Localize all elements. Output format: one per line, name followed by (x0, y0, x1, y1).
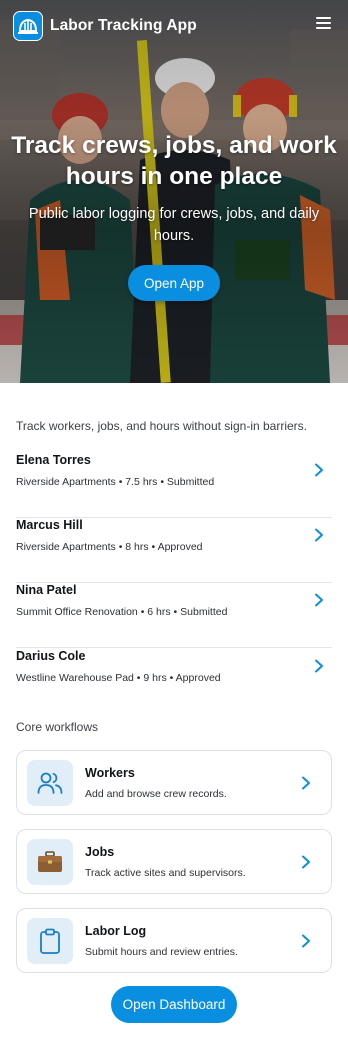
entry-meta: Riverside Apartments • 7.5 hrs • Submitt… (16, 476, 215, 488)
entry-meta: Westline Warehouse Pad • 9 hrs • Approve… (16, 672, 221, 684)
people-icon (27, 760, 73, 806)
section-title: Core workflows (16, 720, 99, 734)
entry-name: Nina Patel (16, 583, 77, 597)
list-item[interactable]: Darius Cole Westline Warehouse Pad • 9 h… (16, 649, 332, 714)
card-title: Workers (85, 766, 135, 780)
intro-text: Track workers, jobs, and hours without s… (16, 419, 307, 433)
chevron-right-icon (315, 528, 323, 542)
clipboard-icon (27, 918, 73, 964)
entry-meta: Summit Office Renovation • 6 hrs • Submi… (16, 606, 228, 618)
list-item[interactable]: Elena Torres Riverside Apartments • 7.5 … (16, 453, 332, 518)
hamburger-menu-icon[interactable] (316, 16, 334, 32)
chevron-right-icon (302, 855, 310, 869)
hardhat-logo-icon[interactable] (13, 11, 43, 41)
card-description: Track active sites and supervisors. (85, 867, 246, 879)
chevron-right-icon (315, 659, 323, 673)
card-description: Submit hours and review entries. (85, 946, 238, 958)
app-title: Labor Tracking App (50, 17, 197, 34)
card-title: Labor Log (85, 924, 147, 938)
briefcase-icon (27, 839, 73, 885)
app-bar: Labor Tracking App (0, 0, 348, 52)
chevron-right-icon (302, 934, 310, 948)
list-item[interactable]: Marcus Hill Riverside Apartments • 8 hrs… (16, 518, 332, 583)
chevron-right-icon (315, 593, 323, 607)
workflow-card-jobs[interactable]: Jobs Track active sites and supervisors. (16, 829, 332, 894)
chevron-right-icon (302, 776, 310, 790)
hero-subtitle: Public labor logging for crews, jobs, an… (28, 206, 320, 244)
hero-title: Track crews, jobs, and work hours in one… (11, 132, 337, 190)
card-description: Add and browse crew records. (85, 788, 227, 800)
chevron-right-icon (315, 463, 323, 477)
open-dashboard-button[interactable]: Open Dashboard (111, 986, 237, 1023)
entry-meta: Riverside Apartments • 8 hrs • Approved (16, 541, 203, 553)
hero-section: Labor Tracking App Track crews, jobs, an… (0, 0, 348, 383)
workflow-card-workers[interactable]: Workers Add and browse crew records. (16, 750, 332, 815)
list-item[interactable]: Nina Patel Summit Office Renovation • 6 … (16, 583, 332, 648)
entry-name: Darius Cole (16, 649, 86, 663)
entry-name: Elena Torres (16, 453, 91, 467)
workflow-card-labor-log[interactable]: Labor Log Submit hours and review entrie… (16, 908, 332, 973)
entry-name: Marcus Hill (16, 518, 83, 532)
open-app-button[interactable]: Open App (128, 265, 220, 301)
card-title: Jobs (85, 845, 115, 859)
